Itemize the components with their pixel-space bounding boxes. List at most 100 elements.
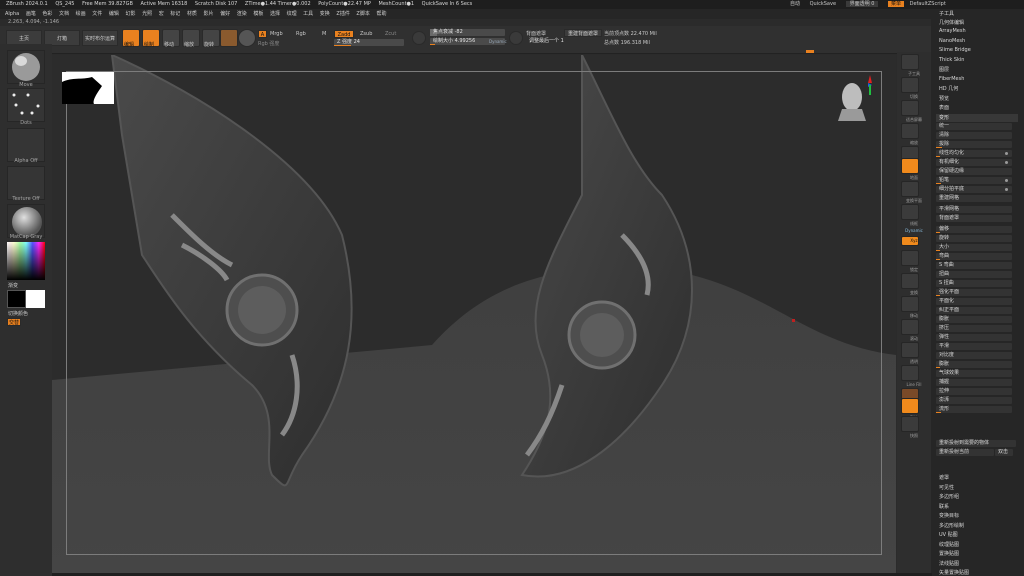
menu-stencil[interactable]: 模板 bbox=[253, 9, 263, 19]
deform-row[interactable]: 流形 bbox=[936, 406, 1012, 413]
panel-arraymesh[interactable]: ArrayMesh bbox=[939, 28, 966, 34]
toggle-icon[interactable] bbox=[901, 77, 919, 93]
stroke-thumbnail[interactable] bbox=[7, 88, 45, 122]
panel-masking[interactable]: 遮罩 bbox=[939, 474, 949, 481]
deform-row[interactable]: 细分拍平底 bbox=[936, 186, 1012, 193]
deform-row[interactable]: 有机细化 bbox=[936, 159, 1012, 166]
menu-movie[interactable]: 影片 bbox=[204, 9, 214, 19]
deform-row[interactable]: S 弯曲 bbox=[936, 262, 1012, 269]
deform-row[interactable]: S 扭曲 bbox=[936, 280, 1012, 287]
panel-fibermesh[interactable]: FiberMesh bbox=[939, 76, 964, 82]
dynamic-toggle[interactable]: Dynamic bbox=[489, 39, 507, 44]
focal-shift-slider[interactable]: 焦点衰减 -82 bbox=[430, 29, 505, 36]
panel-visibility[interactable]: 可见性 bbox=[939, 484, 954, 491]
panel-subtool[interactable]: 子工具 bbox=[939, 10, 954, 17]
menu-render[interactable]: 渲染 bbox=[237, 9, 247, 19]
live-boolean-button[interactable]: 实时布尔运算 bbox=[82, 30, 118, 46]
deform-row[interactable]: 扭曲 bbox=[936, 271, 1012, 278]
deform-row[interactable]: 偏移 bbox=[936, 226, 1012, 233]
menu-alpha[interactable]: Alpha bbox=[5, 9, 19, 19]
panel-morph-target[interactable]: 变换目标 bbox=[939, 512, 959, 519]
deform-row[interactable]: 铅笔 bbox=[936, 177, 1012, 184]
panel-geometry[interactable]: 几何体编辑 bbox=[939, 19, 964, 26]
viewport-canvas[interactable] bbox=[52, 55, 896, 573]
lock-icon[interactable] bbox=[901, 250, 919, 266]
brush-thumbnail[interactable] bbox=[7, 50, 45, 84]
switch-color-button[interactable]: 切换颜色 bbox=[8, 310, 28, 317]
deform-row[interactable]: 拉伸 bbox=[936, 388, 1012, 395]
deform-row[interactable]: 拔除 bbox=[936, 141, 1012, 148]
deform-row[interactable]: 大小 bbox=[936, 244, 1012, 251]
default-zscript[interactable]: DefaultZScript bbox=[910, 1, 946, 7]
deform-row[interactable]: 平滑网格 bbox=[936, 206, 1012, 213]
panel-preview[interactable]: 预览 bbox=[939, 95, 949, 102]
panel-polypaint[interactable]: 多边形绘制 bbox=[939, 522, 964, 529]
menu-transform[interactable]: 变换 bbox=[320, 9, 330, 19]
transform-plane-icon[interactable] bbox=[901, 181, 919, 197]
snapshot-icon[interactable] bbox=[901, 416, 919, 432]
deform-row[interactable]: 弹性 bbox=[936, 334, 1012, 341]
menu-brush[interactable]: 画笔 bbox=[26, 9, 36, 19]
navigation-thumbnail[interactable] bbox=[62, 72, 114, 104]
menu-stroke[interactable]: 选择 bbox=[270, 9, 280, 19]
subtool-icon[interactable] bbox=[901, 54, 919, 70]
panel-normal-map[interactable]: 法线贴图 bbox=[939, 560, 959, 567]
menu-document[interactable]: 文档 bbox=[59, 9, 69, 19]
main-color-swatch[interactable] bbox=[26, 290, 45, 308]
deform-row[interactable]: 重建网格 bbox=[936, 195, 1012, 202]
menu-file[interactable]: 文件 bbox=[92, 9, 102, 19]
deform-row[interactable]: 平滑 bbox=[936, 343, 1012, 350]
a-toggle[interactable]: A bbox=[258, 30, 267, 38]
deform-row[interactable]: 线性均匀化 bbox=[936, 150, 1012, 157]
deform-row[interactable]: 统一 bbox=[936, 123, 1012, 130]
deform-row[interactable]: 挤压 bbox=[936, 325, 1012, 332]
project-to-target-button[interactable]: 重新投射到需要的物体 bbox=[936, 440, 1016, 447]
panel-vector-displacement-map[interactable]: 矢量置换贴图 bbox=[939, 569, 969, 576]
alternate-button[interactable]: 交替 bbox=[7, 318, 21, 326]
menu-zscript[interactable]: Z脚本 bbox=[356, 9, 369, 19]
deform-row[interactable]: 对比度 bbox=[936, 352, 1012, 359]
menu-light[interactable]: 光照 bbox=[142, 9, 152, 19]
deform-row[interactable]: 清除 bbox=[936, 132, 1012, 139]
line-fill-icon[interactable] bbox=[901, 365, 919, 381]
menu-color[interactable]: 色彩 bbox=[42, 9, 52, 19]
rgb-intensity-slider[interactable]: Rgb 强度 bbox=[258, 40, 279, 47]
color-picker[interactable] bbox=[7, 242, 45, 280]
deform-row[interactable]: 捕握 bbox=[936, 379, 1012, 386]
ui-transparency-slider[interactable]: 界面透明 0 bbox=[845, 1, 879, 7]
deform-row[interactable]: 强化平面 bbox=[936, 289, 1012, 296]
frame-icon[interactable] bbox=[901, 204, 919, 220]
fit-screen-icon[interactable] bbox=[901, 100, 919, 116]
z-intensity-slider[interactable]: Z 强度 24 bbox=[334, 39, 404, 46]
rebuild-backface-button[interactable]: 重建背面遮罩 bbox=[564, 29, 602, 37]
roll-icon[interactable] bbox=[901, 319, 919, 335]
menu-draw[interactable]: 绘画 bbox=[76, 9, 86, 19]
deform-row[interactable]: 膨胀 bbox=[936, 316, 1012, 323]
deform-row[interactable]: 保留硬边缘 bbox=[936, 168, 1012, 175]
navigation-gizmo[interactable] bbox=[838, 73, 872, 121]
menu-edit[interactable]: 编辑 bbox=[109, 9, 119, 19]
solo-icon[interactable] bbox=[901, 398, 919, 414]
menu-button[interactable]: 菜单 bbox=[888, 1, 905, 7]
deform-row[interactable]: 平面化 bbox=[936, 298, 1012, 305]
project-current-button[interactable]: 重新投射当前 bbox=[936, 449, 994, 456]
panel-contact[interactable]: 联系 bbox=[939, 503, 949, 510]
deform-row[interactable]: 澎湃 bbox=[936, 397, 1012, 404]
deform-row[interactable]: 旋转 bbox=[936, 235, 1012, 242]
panel-thick-skin[interactable]: Thick Skin bbox=[939, 57, 964, 63]
rgb-toggle[interactable]: Rgb bbox=[296, 31, 306, 37]
deform-row[interactable]: 纠正平面 bbox=[936, 307, 1012, 314]
adjust-last-slider[interactable]: 调整最后一个 1 bbox=[526, 38, 568, 45]
m-toggle[interactable]: M bbox=[322, 31, 326, 37]
deform-row[interactable]: 膨胀 bbox=[936, 361, 1012, 368]
menu-help[interactable]: 帮助 bbox=[376, 9, 386, 19]
alpha-thumbnail[interactable] bbox=[7, 128, 45, 162]
panel-nanomesh[interactable]: NanoMesh bbox=[939, 38, 965, 44]
menu-texture[interactable]: 纹理 bbox=[287, 9, 297, 19]
menu-marker[interactable]: 标记 bbox=[170, 9, 180, 19]
menu-preferences[interactable]: 偏好 bbox=[220, 9, 230, 19]
panel-displacement-map[interactable]: 置换贴图 bbox=[939, 550, 959, 557]
move-transform-icon[interactable] bbox=[901, 273, 919, 289]
material-thumbnail[interactable] bbox=[7, 204, 45, 238]
backface-mask-toggle[interactable]: 背面遮罩 bbox=[526, 30, 546, 37]
